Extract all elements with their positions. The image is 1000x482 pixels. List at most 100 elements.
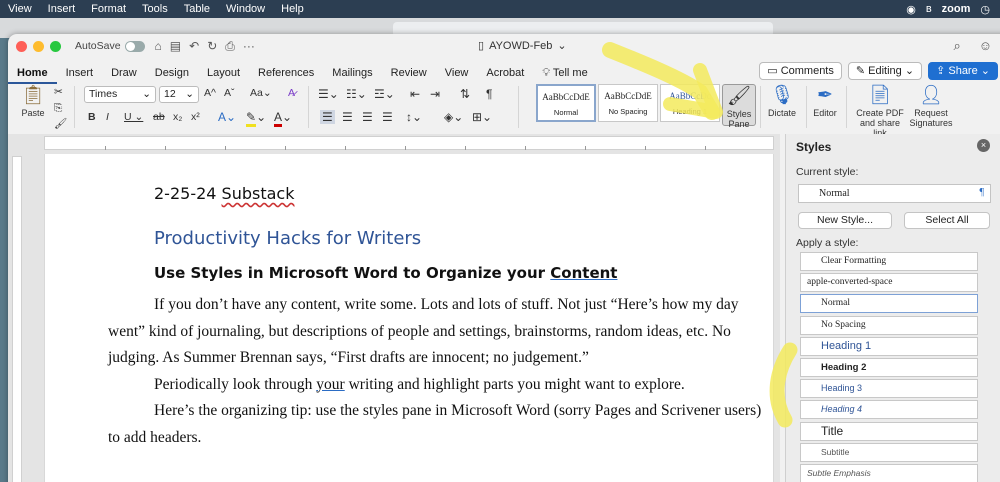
document-page[interactable]: 2-25-24 Substack Productivity Hacks for … [44,154,774,482]
control-icon[interactable]: ◷ [980,3,990,16]
create-pdf-button[interactable]: 📄︎ Create PDF and share link [852,84,908,138]
share-button[interactable]: ⇪ Share ⌄ [928,62,998,80]
subscript-icon[interactable]: x₂ [173,111,182,123]
paste-button[interactable]: 📋︎ Paste [18,84,48,118]
creative-cloud-icon[interactable]: ◉ [906,3,916,16]
clear-formatting-icon[interactable]: A̷ [288,87,295,99]
borders-icon[interactable]: ⊞⌄ [472,110,492,124]
undo-icon[interactable]: ↶ [189,39,199,54]
document-title[interactable]: ▯ AYOWD-Feb ⌄ [478,39,567,53]
editor-icon: ✒ [817,85,833,106]
autosave-toggle[interactable] [124,40,145,52]
underline-icon[interactable]: U ⌄ [124,111,143,123]
align-center-icon[interactable]: ☰ [342,110,353,124]
copy-icon[interactable]: ⎘ [54,102,62,115]
request-signatures-button[interactable]: 👤︎ Request Signatures [908,84,954,128]
tab-acrobat[interactable]: Acrobat [477,62,533,84]
style-item-subtle-emphasis[interactable]: Subtle Emphasis [800,463,978,482]
zoom-window-button[interactable] [50,40,61,52]
tell-me[interactable]: 💡︎ Tell me [533,62,596,84]
tab-draw[interactable]: Draw [102,62,146,84]
font-size-select[interactable]: 12 ⌄ [159,86,199,103]
line-spacing-icon[interactable]: ↕⌄ [406,110,422,124]
tab-design[interactable]: Design [146,62,198,84]
close-window-button[interactable] [16,40,27,52]
style-item-heading-4[interactable]: Heading 4 [800,400,978,420]
superscript-icon[interactable]: x² [191,111,200,123]
italic-icon[interactable]: I [106,111,109,123]
tab-insert[interactable]: Insert [57,62,103,84]
decrease-indent-icon[interactable]: ⇤ [410,87,420,101]
style-gallery-no-spacing[interactable]: AaBbCcDdE No Spacing [598,84,658,122]
justify-icon[interactable]: ☰ [382,110,393,124]
styles-pane-button[interactable]: 🖌︎ Styles Pane [722,84,756,129]
vertical-ruler[interactable] [12,156,22,482]
style-item-no-spacing[interactable]: No Spacing [800,315,978,335]
style-item-normal[interactable]: Normal [800,294,978,314]
font-color-icon[interactable]: A⌄ [274,110,292,127]
tab-review[interactable]: Review [382,62,436,84]
style-item-clear-formatting[interactable]: Clear Formatting [800,252,978,271]
menu-tools[interactable]: Tools [134,3,176,15]
menu-view[interactable]: View [0,3,40,15]
font-name-select[interactable]: Times ⌄ [84,86,156,103]
menu-table[interactable]: Table [176,3,218,15]
bullets-icon[interactable]: ☰⌄ [318,87,339,101]
style-item-subtitle[interactable]: Subtitle [800,442,978,462]
show-formatting-icon[interactable]: ¶ [486,87,492,101]
bluetooth-icon[interactable]: ʙ [926,3,932,15]
menu-help[interactable]: Help [273,3,312,15]
horizontal-ruler[interactable] [44,136,774,150]
multilevel-list-icon[interactable]: ☲⌄ [374,87,395,101]
style-item-heading-2[interactable]: Heading 2 [800,357,978,377]
account-icon[interactable]: ☺ [979,38,992,54]
zoom-menu[interactable]: zoom [942,3,971,15]
editing-button[interactable]: ✎ Editing ⌄ [847,62,923,80]
comments-button[interactable]: ▭ Comments [759,62,842,80]
style-item-heading-1[interactable]: Heading 1 [800,336,978,356]
style-gallery-heading-1[interactable]: AaBbCcDc Heading 1 [660,84,720,122]
highlight-color-icon[interactable]: ✎⌄ [246,110,266,127]
style-item-heading-3[interactable]: Heading 3 [800,379,978,399]
cut-icon[interactable]: ✂ [54,86,63,98]
tab-layout[interactable]: Layout [198,62,249,84]
style-item-title[interactable]: Title [800,421,978,441]
format-painter-icon[interactable]: 🖌︎ [54,117,67,130]
grow-font-icon[interactable]: A^ [204,87,216,99]
menu-window[interactable]: Window [218,3,273,15]
increase-indent-icon[interactable]: ⇥ [430,87,440,101]
search-icon[interactable]: ⌕ [953,38,960,54]
new-style-button[interactable]: New Style... [798,212,892,229]
editor-button[interactable]: ✒ Editor [810,84,840,118]
print-icon[interactable]: ⎙ [225,39,235,54]
change-case-icon[interactable]: Aa⌄ [250,87,272,99]
style-item-apple-converted-space[interactable]: apple-converted-space [800,273,978,293]
minimize-window-button[interactable] [33,40,44,52]
save-icon[interactable]: ▤ [170,39,181,54]
autosave[interactable]: AutoSave [75,40,145,52]
close-icon[interactable]: × [977,139,990,152]
current-style-field[interactable]: Normal ¶ [798,184,991,203]
align-left-icon[interactable]: ☰ [320,110,335,124]
shrink-font-icon[interactable]: Aˇ [224,87,235,99]
select-all-button[interactable]: Select All [904,212,990,229]
style-gallery-normal[interactable]: AaBbCcDdE Normal [536,84,596,122]
sort-icon[interactable]: ⇅ [460,87,470,101]
strikethrough-icon[interactable]: ab [153,111,165,123]
redo-icon[interactable]: ↻ [207,39,217,54]
menu-format[interactable]: Format [83,3,134,15]
align-right-icon[interactable]: ☰ [362,110,373,124]
tab-view[interactable]: View [436,62,478,84]
tab-references[interactable]: References [249,62,323,84]
pdf-icon: 📄︎ [867,85,893,106]
tab-home[interactable]: Home [8,62,57,84]
more-icon[interactable]: ··· [243,39,255,54]
menu-insert[interactable]: Insert [40,3,84,15]
shading-icon[interactable]: ◈⌄ [444,110,463,124]
tab-mailings[interactable]: Mailings [323,62,381,84]
numbering-icon[interactable]: ☷⌄ [346,87,367,101]
home-icon[interactable]: ⌂ [155,39,162,54]
dictate-button[interactable]: 🎙︎ Dictate [764,84,800,118]
text-effects-icon[interactable]: A⌄ [218,110,236,124]
bold-icon[interactable]: B [88,111,96,123]
